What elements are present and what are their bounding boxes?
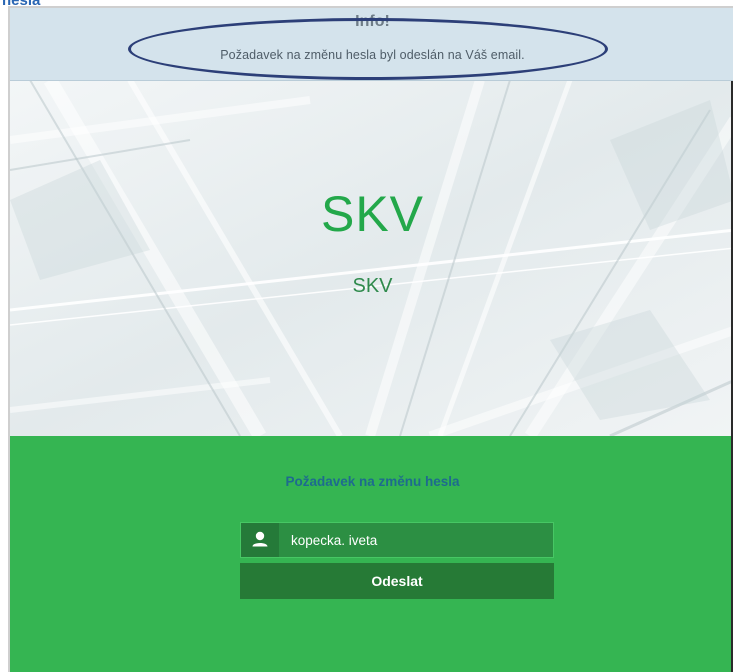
form-title: Požadavek na změnu hesla	[285, 474, 460, 489]
hero-subtitle: SKV	[352, 275, 393, 297]
password-reset-panel: Požadavek na změnu hesla Odeslat	[10, 436, 733, 672]
submit-button[interactable]: Odeslat	[240, 563, 554, 599]
hero-title: SKV	[320, 186, 425, 242]
hero-banner: SKV SKV	[10, 80, 733, 436]
alert-title: Info!	[355, 13, 390, 30]
username-input-group	[240, 522, 575, 558]
user-icon	[241, 523, 279, 557]
page-frame: Info! Požadavek na změnu hesla byl odesl…	[8, 6, 733, 672]
alert-message: Požadavek na změnu hesla byl odeslán na …	[220, 48, 525, 62]
hero-background-pattern	[10, 80, 733, 436]
info-alert: Info! Požadavek na změnu hesla byl odesl…	[10, 8, 733, 81]
username-input[interactable]	[279, 523, 575, 557]
